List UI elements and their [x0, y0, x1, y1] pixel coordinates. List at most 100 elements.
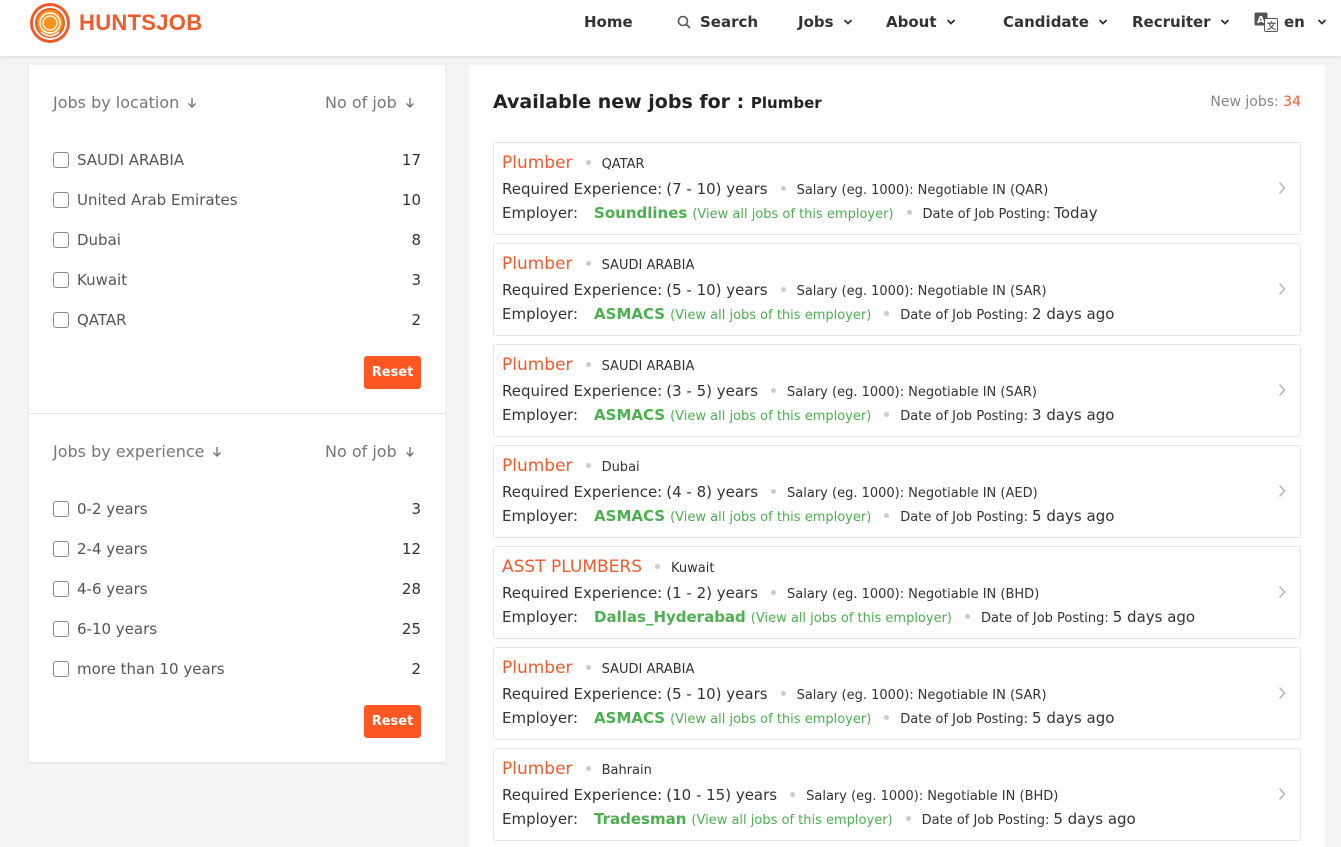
separator-dot [585, 665, 591, 670]
salary-label: Salary (eg. 1000): [796, 183, 914, 198]
job-card[interactable]: Plumber Bahrain Required Experience: (10 - … [493, 748, 1301, 841]
chevron-right-icon[interactable] [1278, 787, 1286, 801]
view-all-jobs-link[interactable]: (View all jobs of this employer) [670, 409, 871, 424]
salary-value: Negotiable IN (BHD) [927, 789, 1059, 804]
job-title-link[interactable]: Plumber [502, 759, 573, 779]
job-card-employer: Employer: ASMACS (View all jobs of this em… [502, 709, 1114, 727]
employer-name-link[interactable]: ASMACS [594, 406, 665, 424]
job-card[interactable]: ASST PLUMBERS Kuwait Required Experience:(… [493, 546, 1301, 639]
checkbox[interactable] [53, 232, 69, 248]
employer-name-link[interactable]: Dallas_Hyderabad [594, 608, 746, 626]
nav-candidate[interactable]: Candidate [1003, 0, 1108, 44]
view-all-jobs-link[interactable]: (View all jobs of this employer) [751, 611, 952, 626]
employer-label: Employer: [502, 305, 579, 323]
nav-recruiter-label: Recruiter [1132, 13, 1211, 31]
view-all-jobs-link[interactable]: (View all jobs of this employer) [670, 308, 871, 323]
employer-name-link[interactable]: ASMACS [594, 305, 665, 323]
page-title: Available new jobs for : Plumber [493, 91, 822, 113]
job-title-link[interactable]: Plumber [502, 153, 573, 173]
chevron-right-icon[interactable] [1278, 181, 1286, 195]
experience-option[interactable]: 6-10 years 25 [53, 619, 421, 639]
location-option[interactable]: United Arab Emirates 10 [53, 190, 421, 210]
nav-home[interactable]: Home [584, 0, 633, 44]
job-title-link[interactable]: Plumber [502, 355, 573, 375]
view-all-jobs-link[interactable]: (View all jobs of this employer) [670, 510, 871, 525]
chevron-right-icon[interactable] [1278, 686, 1286, 700]
job-title-link[interactable]: ASST PLUMBERS [502, 557, 642, 577]
experience-label: Required Experience: [502, 786, 663, 804]
job-card-employer: Employer: ASMACS (View all jobs of this em… [502, 305, 1114, 323]
view-all-jobs-link[interactable]: (View all jobs of this employer) [692, 207, 893, 222]
posting-date-label: Date of Job Posting: [921, 813, 1050, 828]
posting-date-value: 5 days ago [1032, 709, 1115, 727]
checkbox[interactable] [53, 192, 69, 208]
experience-reset-button[interactable]: Reset [364, 705, 421, 738]
employer-name-link[interactable]: ASMACS [594, 507, 665, 525]
job-card[interactable]: Plumber SAUDI ARABIA Required Experience:(… [493, 647, 1301, 740]
view-all-jobs-link[interactable]: (View all jobs of this employer) [691, 813, 892, 828]
job-location: QATAR [601, 157, 645, 172]
nav-language[interactable]: A 文 en [1254, 0, 1327, 44]
nav-home-label: Home [584, 13, 633, 31]
location-option[interactable]: Kuwait 3 [53, 270, 421, 290]
job-card[interactable]: Plumber SAUDI ARABIA Required Experience:(… [493, 243, 1301, 336]
location-option[interactable]: Dubai 8 [53, 230, 421, 250]
experience-label: Required Experience: [502, 382, 663, 400]
checkbox[interactable] [53, 272, 69, 288]
separator-dot [884, 513, 890, 518]
logo[interactable]: HUNTSJOB [29, 2, 202, 44]
checkbox[interactable] [53, 661, 69, 677]
chevron-right-icon[interactable] [1278, 484, 1286, 498]
checkbox[interactable] [53, 312, 69, 328]
experience-option[interactable]: more than 10 years 2 [53, 659, 421, 679]
employer-name-link[interactable]: Soundlines [594, 204, 687, 222]
experience-option[interactable]: 4-6 years 28 [53, 579, 421, 599]
location-option-label: Dubai [77, 231, 121, 249]
separator-dot [585, 362, 591, 367]
job-card[interactable]: Plumber SAUDI ARABIA Required Experience:(… [493, 344, 1301, 437]
location-option[interactable]: QATAR 2 [53, 310, 421, 330]
nav-recruiter[interactable]: Recruiter [1132, 0, 1230, 44]
experience-option-label: 2-4 years [77, 540, 148, 558]
salary-value: Negotiable IN (SAR) [908, 385, 1037, 400]
location-reset-button[interactable]: Reset [364, 356, 421, 389]
experience-count-heading[interactable]: No of job [325, 442, 415, 461]
separator-dot [585, 766, 591, 771]
checkbox[interactable] [53, 152, 69, 168]
checkbox[interactable] [53, 581, 69, 597]
checkbox[interactable] [53, 501, 69, 517]
location-filter-heading[interactable]: Jobs by location [53, 93, 197, 112]
view-all-jobs-link[interactable]: (View all jobs of this employer) [670, 712, 871, 727]
chevron-right-icon[interactable] [1278, 282, 1286, 296]
experience-option-count: 28 [401, 580, 421, 598]
nav-search[interactable]: Search [677, 0, 758, 44]
brand-name: HUNTSJOB [79, 10, 203, 35]
experience-label: Required Experience: [502, 483, 663, 501]
job-card[interactable]: Plumber Dubai Required Experience: (4 - 8) … [493, 445, 1301, 538]
job-title-link[interactable]: Plumber [502, 456, 573, 476]
experience-filter-heading[interactable]: Jobs by experience [53, 442, 222, 461]
nav-language-label: en [1284, 13, 1305, 31]
separator-dot [884, 715, 890, 720]
location-option-count: 8 [411, 231, 421, 249]
job-title-link[interactable]: Plumber [502, 254, 573, 274]
checkbox[interactable] [53, 541, 69, 557]
job-card[interactable]: Plumber QATAR Required Experience: (7 - 10)… [493, 142, 1301, 235]
job-title-link[interactable]: Plumber [502, 658, 573, 678]
chevron-right-icon[interactable] [1278, 383, 1286, 397]
employer-name-link[interactable]: Tradesman [594, 810, 686, 828]
location-count-heading[interactable]: No of job [325, 93, 415, 112]
employer-name-link[interactable]: ASMACS [594, 709, 665, 727]
chevron-right-icon[interactable] [1278, 585, 1286, 599]
nav-about[interactable]: About [886, 0, 956, 44]
nav-jobs[interactable]: Jobs [798, 0, 853, 44]
experience-option[interactable]: 0-2 years 3 [53, 499, 421, 519]
experience-value: (5 - 10) years [666, 685, 768, 703]
experience-option[interactable]: 2-4 years 12 [53, 539, 421, 559]
separator-dot [780, 186, 786, 191]
experience-value: (1 - 2) years [666, 584, 759, 602]
location-option[interactable]: SAUDI ARABIA 17 [53, 150, 421, 170]
separator-dot [906, 210, 912, 215]
checkbox[interactable] [53, 621, 69, 637]
job-card-details: Required Experience: (7 - 10) years Salary… [502, 180, 1048, 198]
